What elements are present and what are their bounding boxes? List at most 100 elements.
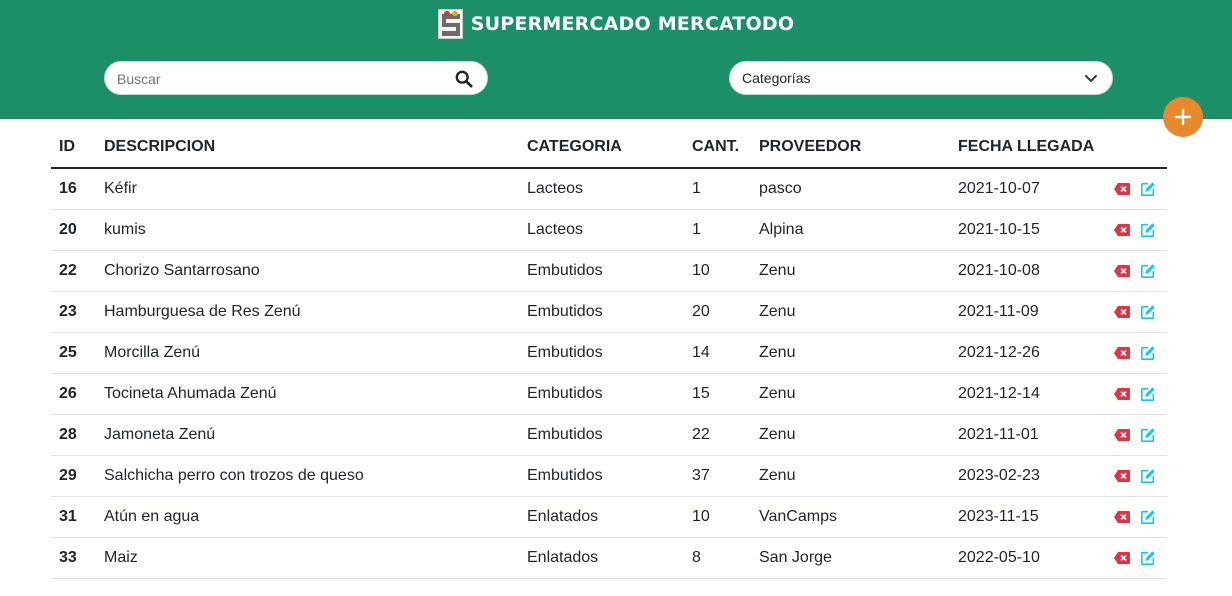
brand: SUPERMERCADO MERCATODO: [0, 9, 1232, 39]
delete-icon[interactable]: [1113, 181, 1131, 197]
plus-icon: [1174, 108, 1192, 126]
cell-id: 28: [51, 414, 104, 456]
header-id: ID: [51, 126, 104, 169]
cell-quantity: 1: [692, 168, 759, 210]
products-table: ID DESCRIPCION CATEGORIA CANT. PROVEEDOR…: [51, 126, 1167, 579]
delete-icon[interactable]: [1113, 345, 1131, 361]
delete-icon[interactable]: [1113, 427, 1131, 443]
cell-category: Embutidos: [527, 291, 692, 333]
table-row: 28 Jamoneta Zenú Embutidos 22 Zenu 2021-11-01: [51, 414, 1167, 456]
delete-icon[interactable]: [1113, 263, 1131, 279]
cell-quantity: 14: [692, 332, 759, 374]
cell-arrival-date: 2021-10-08: [958, 250, 1105, 292]
edit-icon[interactable]: [1139, 509, 1157, 525]
table-row: 31 Atún en agua Enlatados 10 VanCamps 2023-11…: [51, 496, 1167, 538]
table-row: 26 Tocineta Ahumada Zenú Embutidos 15 Zenu 20…: [51, 373, 1167, 415]
cell-category: Embutidos: [527, 414, 692, 456]
cell-category: Embutidos: [527, 332, 692, 374]
cell-description: Atún en agua: [104, 496, 527, 538]
header-actions: [1105, 126, 1167, 169]
category-select[interactable]: Categorías: [729, 61, 1113, 95]
delete-icon[interactable]: [1113, 509, 1131, 525]
cell-arrival-date: 2023-11-15: [958, 496, 1105, 538]
table-header-row: ID DESCRIPCION CATEGORIA CANT. PROVEEDOR…: [51, 126, 1167, 169]
cell-actions: [1105, 373, 1167, 415]
cell-arrival-date: 2022-05-10: [958, 537, 1105, 579]
cell-arrival-date: 2021-10-07: [958, 168, 1105, 210]
header-arrival-date: FECHA LLEGADA: [958, 126, 1105, 169]
cell-provider: Zenu: [759, 455, 958, 497]
cell-quantity: 22: [692, 414, 759, 456]
row-actions: [1105, 181, 1167, 197]
edit-icon[interactable]: [1139, 386, 1157, 402]
edit-icon[interactable]: [1139, 468, 1157, 484]
cell-quantity: 10: [692, 250, 759, 292]
table-row: 16 Kéfir Lacteos 1 pasco 2021-10-07: [51, 168, 1167, 210]
cell-provider: Zenu: [759, 250, 958, 292]
cell-actions: [1105, 291, 1167, 333]
cell-quantity: 20: [692, 291, 759, 333]
row-actions: [1105, 345, 1167, 361]
search-input[interactable]: [117, 69, 437, 89]
cell-id: 33: [51, 537, 104, 579]
delete-icon[interactable]: [1113, 468, 1131, 484]
edit-icon[interactable]: [1139, 345, 1157, 361]
row-actions: [1105, 222, 1167, 238]
cell-arrival-date: 2021-12-14: [958, 373, 1105, 415]
row-actions: [1105, 304, 1167, 320]
delete-icon[interactable]: [1113, 304, 1131, 320]
cell-arrival-date: 2021-10-15: [958, 209, 1105, 251]
row-actions: [1105, 386, 1167, 402]
cell-arrival-date: 2021-11-01: [958, 414, 1105, 456]
cell-id: 22: [51, 250, 104, 292]
cell-quantity: 8: [692, 537, 759, 579]
edit-icon[interactable]: [1139, 181, 1157, 197]
store-logo-icon: [437, 9, 463, 39]
search-icon[interactable]: [455, 70, 473, 88]
cell-description: Hamburguesa de Res Zenú: [104, 291, 527, 333]
header-provider: PROVEEDOR: [759, 126, 958, 169]
edit-icon[interactable]: [1139, 304, 1157, 320]
add-product-button[interactable]: [1163, 97, 1203, 137]
cell-id: 29: [51, 455, 104, 497]
row-actions: [1105, 468, 1167, 484]
cell-category: Embutidos: [527, 250, 692, 292]
cell-id: 25: [51, 332, 104, 374]
cell-provider: San Jorge: [759, 537, 958, 579]
cell-actions: [1105, 414, 1167, 456]
cell-arrival-date: 2021-11-09: [958, 291, 1105, 333]
app-header: SUPERMERCADO MERCATODO Categorías: [0, 0, 1232, 119]
delete-icon[interactable]: [1113, 222, 1131, 238]
category-select-value: Categorías: [742, 70, 811, 86]
cell-id: 16: [51, 168, 104, 210]
edit-icon[interactable]: [1139, 550, 1157, 566]
table-row: 29 Salchicha perro con trozos de queso Emb…: [51, 455, 1167, 497]
cell-provider: Alpina: [759, 209, 958, 251]
edit-icon[interactable]: [1139, 427, 1157, 443]
cell-description: Jamoneta Zenú: [104, 414, 527, 456]
header-quantity: CANT.: [692, 126, 759, 169]
cell-quantity: 1: [692, 209, 759, 251]
edit-icon[interactable]: [1139, 263, 1157, 279]
edit-icon[interactable]: [1139, 222, 1157, 238]
cell-category: Enlatados: [527, 496, 692, 538]
delete-icon[interactable]: [1113, 386, 1131, 402]
row-actions: [1105, 550, 1167, 566]
cell-provider: Zenu: [759, 291, 958, 333]
cell-provider: VanCamps: [759, 496, 958, 538]
cell-category: Lacteos: [527, 209, 692, 251]
delete-icon[interactable]: [1113, 550, 1131, 566]
cell-category: Lacteos: [527, 168, 692, 210]
cell-category: Enlatados: [527, 537, 692, 579]
row-actions: [1105, 263, 1167, 279]
cell-description: Salchicha perro con trozos de queso: [104, 455, 527, 497]
cell-description: Kéfir: [104, 168, 527, 210]
header-category: CATEGORIA: [527, 126, 692, 169]
table-row: 20 kumis Lacteos 1 Alpina 2021-10-15: [51, 209, 1167, 251]
table-row: 23 Hamburguesa de Res Zenú Embutidos 20 Zenu…: [51, 291, 1167, 333]
cell-id: 23: [51, 291, 104, 333]
cell-arrival-date: 2023-02-23: [958, 455, 1105, 497]
cell-provider: Zenu: [759, 373, 958, 415]
cell-description: Tocineta Ahumada Zenú: [104, 373, 527, 415]
search-box[interactable]: [104, 61, 488, 95]
